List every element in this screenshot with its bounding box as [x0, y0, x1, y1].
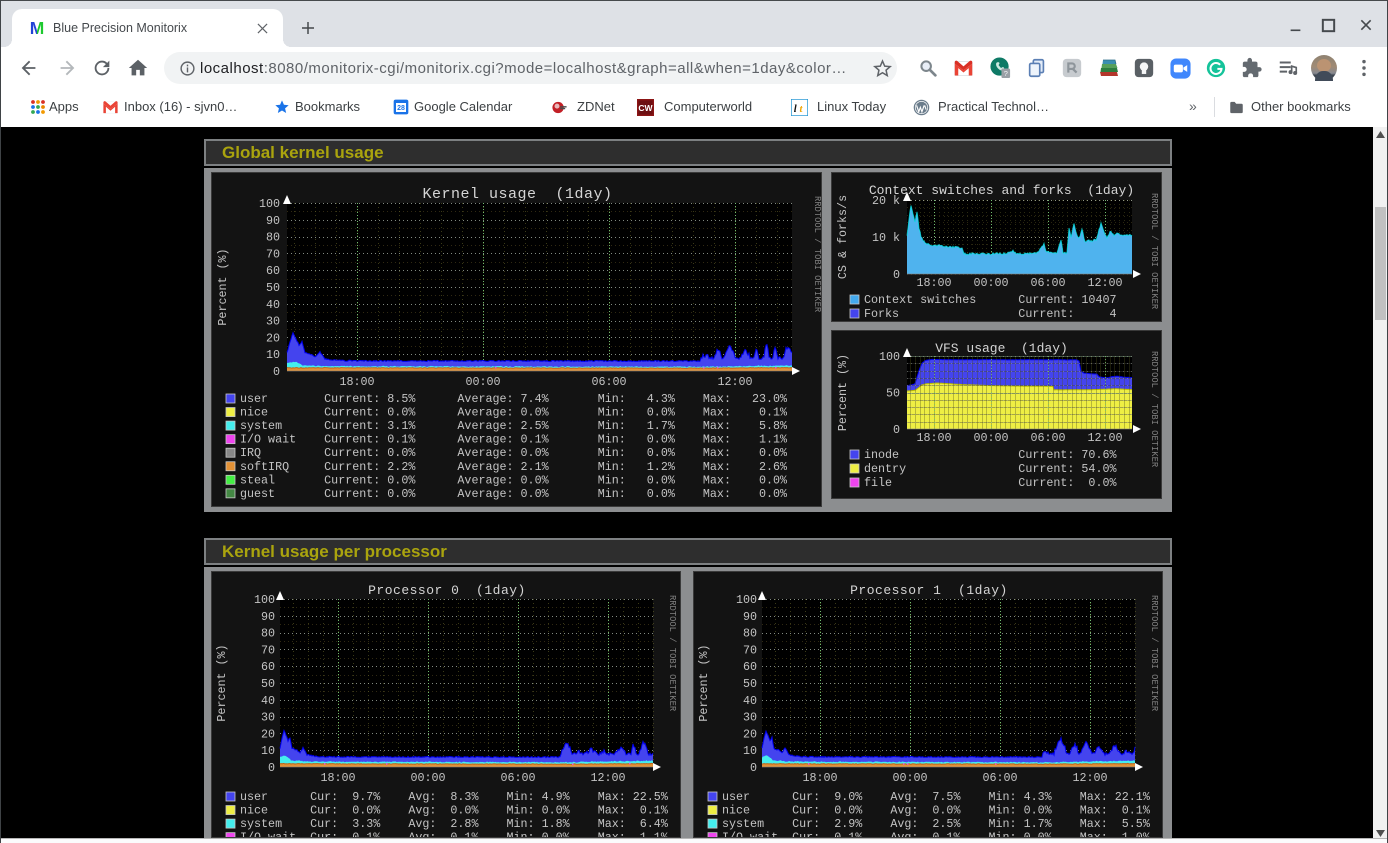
svg-text:I/O wait Cur: 0.1% Avg:: I/O wait Cur: 0.1% Avg: 0.1% Min: 0.0% M…: [722, 831, 1151, 838]
svg-text:80: 80: [743, 627, 757, 641]
svg-text:file Current:: file Current: 0.0%: [864, 476, 1117, 490]
svg-text:Forks Current:: Forks Current: 4: [864, 307, 1117, 321]
svg-text:0: 0: [268, 761, 275, 775]
svg-text:12:00: 12:00: [1072, 771, 1107, 785]
svg-text:20: 20: [743, 727, 757, 741]
svg-text:18:00: 18:00: [916, 431, 951, 445]
svg-text:28: 28: [397, 105, 405, 112]
svg-text:RRDTOOL / TOBI OETIKER: RRDTOOL / TOBI OETIKER: [1149, 193, 1159, 310]
svg-text:user Cur: 9.7% Avg:: user Cur: 9.7% Avg: 8.3% Min: 4.9% Max: …: [240, 790, 669, 804]
svg-text:I/O wait Current: 0.1%: I/O wait Current: 0.1% Average: 0.1% Min…: [240, 433, 788, 447]
svg-text:nice Current: 0.0%: nice Current: 0.0% Average: 0.0% Min: 0.…: [240, 406, 788, 420]
svg-text:00:00: 00:00: [410, 771, 445, 785]
svg-text:softIRQ Current: 2.2%: softIRQ Current: 2.2% Average: 2.1% Min:…: [240, 460, 788, 474]
svg-text:100: 100: [259, 197, 280, 211]
svg-text:30: 30: [261, 711, 275, 725]
svg-text:06:00: 06:00: [1030, 431, 1065, 445]
svg-text:10: 10: [266, 348, 280, 362]
svg-text:CW: CW: [638, 103, 653, 113]
svg-text:00:00: 00:00: [973, 431, 1008, 445]
svg-text:nice Cur: 0.0% Avg:: nice Cur: 0.0% Avg: 0.0% Min: 0.0% Max: …: [722, 804, 1151, 818]
svg-text:20: 20: [261, 727, 275, 741]
svg-text:70: 70: [743, 643, 757, 657]
svg-text:80: 80: [266, 231, 280, 245]
svg-text:user Current: 8.5%: user Current: 8.5% Average: 7.4% Min: 4.…: [240, 392, 788, 406]
svg-text:10: 10: [261, 744, 275, 758]
svg-text:Percent (%): Percent (%): [216, 248, 230, 325]
svg-text:40: 40: [261, 694, 275, 708]
svg-text:12:00: 12:00: [1087, 431, 1122, 445]
svg-text:18:00: 18:00: [802, 771, 837, 785]
svg-text:Percent (%): Percent (%): [836, 354, 850, 431]
svg-text:00:00: 00:00: [892, 771, 927, 785]
svg-text:40: 40: [743, 694, 757, 708]
svg-text:60: 60: [743, 660, 757, 674]
svg-text:0: 0: [893, 423, 900, 437]
svg-text:system Cur: 2.9% Avg:: system Cur: 2.9% Avg: 2.5% Min: 1.7% Max…: [722, 817, 1151, 831]
svg-text:80: 80: [261, 627, 275, 641]
svg-text:nice Cur: 0.0% Avg:: nice Cur: 0.0% Avg: 0.0% Min: 0.0% Max: …: [240, 804, 669, 818]
svg-text:12:00: 12:00: [590, 771, 625, 785]
svg-text:00:00: 00:00: [973, 276, 1008, 290]
svg-text:system Current: 3.1%: system Current: 3.1% Average: 2.5% Min: …: [240, 419, 788, 433]
svg-text:100: 100: [879, 350, 900, 364]
svg-text:CS & forks/s: CS & forks/s: [836, 195, 850, 279]
svg-text:steal Current: 0.0%: steal Current: 0.0% Average: 0.0% Min: 0…: [240, 473, 788, 487]
svg-text:00:00: 00:00: [465, 375, 500, 389]
svg-text:RRDTOOL / TOBI OETIKER: RRDTOOL / TOBI OETIKER: [1149, 595, 1159, 712]
svg-text:dentry Current:: dentry Current: 54.0%: [864, 462, 1117, 476]
svg-text:06:00: 06:00: [1030, 276, 1065, 290]
svg-text:100: 100: [736, 593, 757, 607]
svg-text:10 k: 10 k: [872, 231, 900, 245]
svg-text:Processor 1 (1day): Processor 1 (1day): [850, 583, 1008, 598]
svg-text:system Cur: 3.3% Avg:: system Cur: 3.3% Avg: 2.8% Min: 1.8% Max…: [240, 817, 669, 831]
svg-text:Percent (%): Percent (%): [215, 644, 229, 721]
svg-text:50: 50: [743, 677, 757, 691]
svg-text:Processor 0 (1day): Processor 0 (1day): [368, 583, 526, 598]
svg-text:0: 0: [893, 268, 900, 282]
svg-text:06:00: 06:00: [500, 771, 535, 785]
svg-text:?: ?: [1004, 69, 1008, 78]
svg-text:Percent (%): Percent (%): [697, 644, 711, 721]
svg-text:M: M: [30, 19, 45, 37]
svg-text:100: 100: [254, 593, 275, 607]
svg-text:20: 20: [266, 331, 280, 345]
svg-text:90: 90: [743, 610, 757, 624]
svg-text:0: 0: [750, 761, 757, 775]
svg-text:0: 0: [273, 365, 280, 379]
svg-text:18:00: 18:00: [320, 771, 355, 785]
svg-text:12:00: 12:00: [717, 375, 752, 389]
svg-text:50: 50: [886, 387, 900, 401]
svg-text:inode Current:: inode Current: 70.6%: [864, 448, 1117, 462]
svg-text:RRDTOOL / TOBI OETIKER: RRDTOOL / TOBI OETIKER: [1149, 351, 1159, 468]
svg-text:30: 30: [266, 315, 280, 329]
svg-text:RRDTOOL / TOBI OETIKER: RRDTOOL / TOBI OETIKER: [812, 196, 822, 313]
svg-text:06:00: 06:00: [982, 771, 1017, 785]
svg-text:12:00: 12:00: [1087, 276, 1122, 290]
svg-text:IRQ Current: 0.0%: IRQ Current: 0.0% Average: 0.0% Min: 0.0…: [240, 446, 788, 460]
svg-text:60: 60: [266, 264, 280, 278]
svg-text:90: 90: [266, 214, 280, 228]
svg-text:guest Current: 0.0%: guest Current: 0.0% Average: 0.0% Min: 0…: [240, 487, 788, 501]
svg-text:RRDTOOL / TOBI OETIKER: RRDTOOL / TOBI OETIKER: [667, 595, 677, 712]
svg-text:user Cur: 9.0% Avg:: user Cur: 9.0% Avg: 7.5% Min: 4.3% Max: …: [722, 790, 1151, 804]
svg-text:Kernel usage (1day): Kernel usage (1day): [422, 186, 612, 203]
svg-text:Context switches Current:: Context switches Current: 10407: [864, 293, 1117, 307]
svg-text:90: 90: [261, 610, 275, 624]
svg-text:I/O wait Cur: 0.1% Avg:: I/O wait Cur: 0.1% Avg: 0.1% Min: 0.0% M…: [240, 831, 669, 838]
svg-text:VFS usage (1day): VFS usage (1day): [935, 341, 1068, 356]
svg-text:50: 50: [266, 281, 280, 295]
svg-text:l: l: [794, 104, 797, 115]
svg-text:50: 50: [261, 677, 275, 691]
svg-text:10: 10: [743, 744, 757, 758]
svg-text:18:00: 18:00: [916, 276, 951, 290]
svg-text:30: 30: [743, 711, 757, 725]
svg-text:06:00: 06:00: [591, 375, 626, 389]
svg-text:18:00: 18:00: [339, 375, 374, 389]
svg-text:60: 60: [261, 660, 275, 674]
svg-text:Context switches and forks (1: Context switches and forks (1day): [869, 183, 1134, 198]
svg-text:70: 70: [261, 643, 275, 657]
svg-text:40: 40: [266, 298, 280, 312]
svg-text:70: 70: [266, 247, 280, 261]
